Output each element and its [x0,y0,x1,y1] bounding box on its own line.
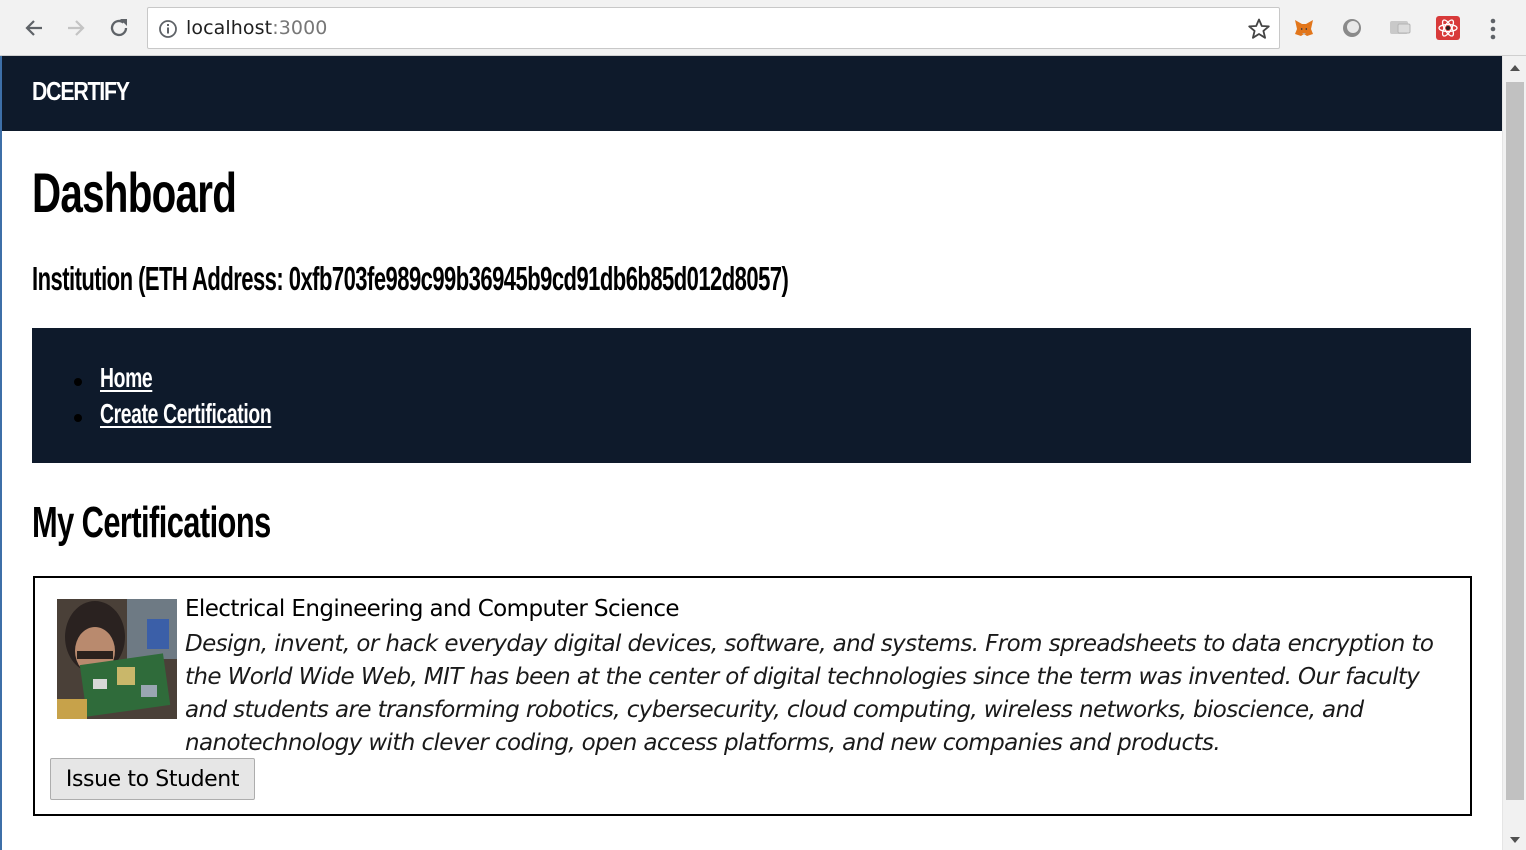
arrow-right-icon [68,20,85,36]
url-text: localhost:3000 [186,17,327,39]
url-port: :3000 [272,17,328,39]
kebab-menu-icon[interactable] [1482,16,1504,42]
url-host: localhost [186,17,273,39]
certification-description: Design, invent, or hack everyday digital… [185,631,1434,756]
issue-to-student-button[interactable]: Issue to Student [50,758,255,800]
reload-button[interactable] [103,12,135,44]
page-title: Dashboard [32,161,237,224]
react-devtools-icon[interactable] [1436,16,1460,40]
star-icon[interactable] [1247,17,1271,41]
circle-extension-icon[interactable] [1340,16,1364,40]
app-header: DCERTIFY [2,56,1502,131]
institution-address: Institution (ETH Address: 0xfb703fe989c9… [32,260,789,297]
metamask-fox-icon[interactable] [1292,16,1316,40]
create-certification-link[interactable]: Create Certification [100,398,272,430]
page-viewport: DCERTIFY Dashboard Institution (ETH Addr… [0,56,1502,850]
certification-card: Electrical Engineering and Computer Scie… [33,576,1472,816]
scroll-thumb[interactable] [1506,82,1524,800]
certifications-heading: My Certifications [32,498,271,547]
reload-icon [110,19,128,37]
cast-extension-icon[interactable] [1388,16,1412,40]
scroll-up-arrow-icon[interactable] [1509,64,1521,72]
list-bullet [74,414,82,422]
certification-photo-icon [57,599,177,719]
home-link[interactable]: Home [100,362,153,394]
address-bar[interactable]: localhost:3000 [147,7,1280,49]
info-icon[interactable] [158,19,178,39]
dashboard-nav: Home Create Certification [32,328,1471,463]
browser-toolbar: localhost:3000 [0,0,1526,56]
certification-title: Electrical Engineering and Computer Scie… [185,596,680,622]
certification-image [57,599,177,719]
back-button[interactable] [18,12,50,44]
scroll-down-arrow-icon[interactable] [1509,836,1521,844]
list-bullet [74,378,82,386]
vertical-scrollbar[interactable] [1502,56,1526,850]
forward-button[interactable] [60,12,92,44]
arrow-left-icon [25,20,42,36]
brand-logo[interactable]: DCERTIFY [32,76,130,107]
